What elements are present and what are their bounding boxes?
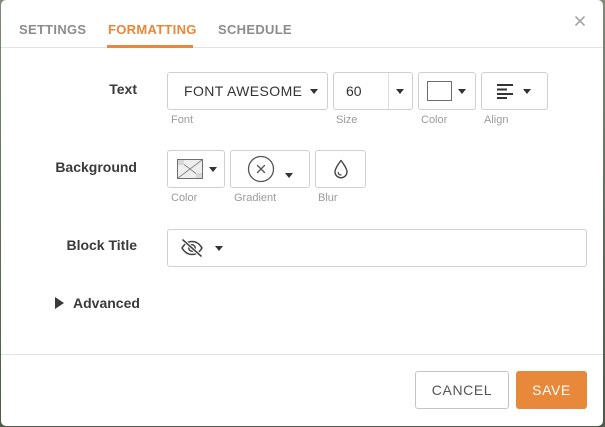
text-color-swatch (427, 81, 452, 101)
size-caption: Size (336, 114, 358, 126)
advanced-label: Advanced (73, 295, 140, 311)
droplet-icon (333, 159, 348, 179)
title-visibility-select[interactable] (167, 229, 236, 267)
block-title-input[interactable] (235, 229, 587, 267)
no-color-swatch-icon (177, 159, 203, 179)
align-left-icon (497, 84, 513, 99)
eye-slash-icon (181, 238, 203, 258)
text-color-caption: Color (421, 114, 448, 126)
chevron-down-icon (523, 88, 531, 94)
tab-schedule[interactable]: SCHEDULE (218, 22, 292, 37)
active-tab-indicator (107, 45, 193, 48)
background-color-caption: Color (171, 192, 198, 204)
cancel-button[interactable]: CANCEL (415, 371, 509, 409)
tab-formatting[interactable]: FORMATTING (108, 22, 197, 37)
advanced-toggle[interactable]: Advanced (55, 295, 140, 311)
chevron-down-icon (285, 172, 293, 178)
circle-x-icon (247, 155, 275, 183)
align-select[interactable] (481, 72, 548, 110)
size-divider (388, 73, 389, 109)
chevron-down-icon (310, 88, 319, 94)
chevron-down-icon (209, 166, 217, 172)
block-title-row-label: Block Title (66, 237, 137, 253)
blur-button[interactable] (315, 150, 366, 188)
tab-settings[interactable]: SETTINGS (19, 22, 86, 37)
background-color-picker[interactable] (167, 150, 225, 188)
save-button[interactable]: SAVE (516, 371, 587, 409)
footer-divider (1, 354, 603, 355)
background-row-label: Background (55, 159, 137, 175)
gradient-caption: Gradient (234, 192, 277, 204)
font-caption: Font (171, 114, 194, 126)
gradient-select[interactable] (230, 150, 310, 188)
close-icon[interactable] (571, 12, 589, 30)
font-select-value: FONT AWESOME (184, 83, 303, 99)
tab-bar: SETTINGS FORMATTING SCHEDULE (1, 0, 603, 48)
size-select[interactable]: 60 (333, 72, 413, 110)
chevron-down-icon[interactable] (396, 89, 404, 94)
caret-right-icon (55, 297, 64, 309)
size-select-value: 60 (346, 83, 362, 99)
chevron-down-icon (215, 245, 223, 251)
text-row-label: Text (109, 81, 137, 97)
formatting-dialog: SETTINGS FORMATTING SCHEDULE Text FONT A… (1, 0, 603, 426)
text-color-picker[interactable] (418, 72, 476, 110)
font-select[interactable]: FONT AWESOME (167, 72, 328, 110)
blur-caption: Blur (318, 192, 338, 204)
chevron-down-icon (458, 88, 466, 94)
align-caption: Align (484, 114, 509, 126)
